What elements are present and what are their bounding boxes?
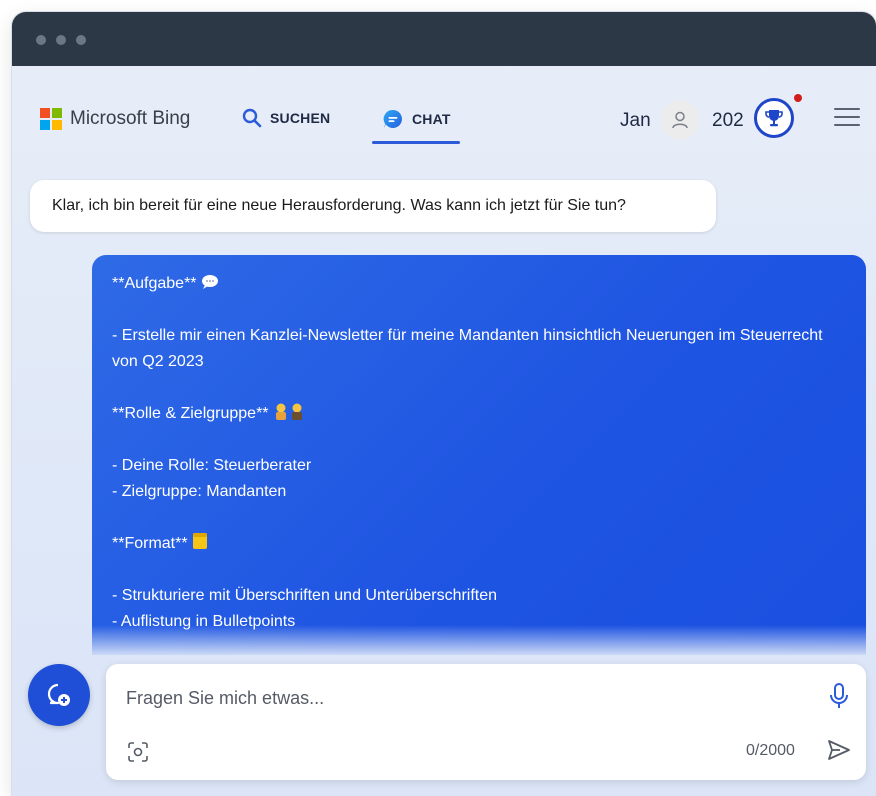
user-name[interactable]: Jan — [620, 110, 651, 132]
message-line: **Aufgabe** — [112, 275, 197, 292]
notepad-icon — [192, 533, 207, 549]
title-bar — [12, 12, 876, 66]
window-dot[interactable] — [76, 35, 86, 45]
chat-input[interactable] — [124, 684, 808, 712]
message-line: - Strukturiere mit Überschriften und Unt… — [112, 587, 498, 604]
nav-chat[interactable]: CHAT — [382, 108, 451, 130]
window-dot[interactable] — [56, 35, 66, 45]
people-emoji-icon — [275, 403, 302, 420]
message-line: - Zielgruppe: Mandanten — [112, 483, 287, 500]
send-icon[interactable] — [826, 738, 852, 762]
chat-icon — [383, 109, 402, 128]
new-topic-button[interactable] — [28, 664, 90, 726]
active-tab-indicator — [372, 141, 460, 144]
user-message: **Aufgabe** - Erstelle mir einen Kanzlei… — [92, 255, 866, 655]
nav-search-label: SUCHEN — [270, 110, 331, 126]
speech-bubble-icon — [201, 275, 218, 289]
avatar[interactable] — [660, 100, 700, 140]
microsoft-logo-icon — [40, 108, 62, 130]
message-line: - Erstelle mir einen Kanzlei-Newsletter … — [112, 327, 823, 370]
rewards-button[interactable] — [754, 98, 794, 138]
notification-dot — [794, 94, 802, 102]
bot-message: Klar, ich bin bereit für eine neue Herau… — [30, 180, 716, 232]
scroll-fade — [92, 625, 866, 655]
bing-logo[interactable]: Microsoft Bing — [40, 108, 190, 130]
user-icon — [672, 111, 688, 129]
nav-chat-label: CHAT — [412, 111, 451, 127]
mic-icon[interactable] — [828, 682, 850, 710]
logo-text: Microsoft Bing — [70, 108, 191, 129]
character-counter: 0/2000 — [746, 742, 795, 759]
search-icon — [242, 108, 262, 128]
chat-composer: 0/2000 — [106, 664, 866, 780]
visual-search-icon[interactable] — [126, 740, 150, 764]
menu-icon[interactable] — [834, 108, 860, 128]
rewards-points[interactable]: 202 — [712, 110, 744, 132]
trophy-icon — [765, 110, 783, 127]
window-dot[interactable] — [36, 35, 46, 45]
message-line: **Format** — [112, 535, 188, 552]
message-line: **Rolle & Zielgruppe** — [112, 405, 269, 422]
new-topic-icon — [47, 683, 70, 706]
browser-window: Microsoft Bing SUCHEN CHAT Jan 202 Klar,… — [12, 12, 876, 796]
header: Microsoft Bing SUCHEN CHAT Jan 202 — [12, 66, 876, 176]
nav-search[interactable]: SUCHEN — [242, 108, 330, 128]
message-line: - Deine Rolle: Steuerberater — [112, 457, 312, 474]
